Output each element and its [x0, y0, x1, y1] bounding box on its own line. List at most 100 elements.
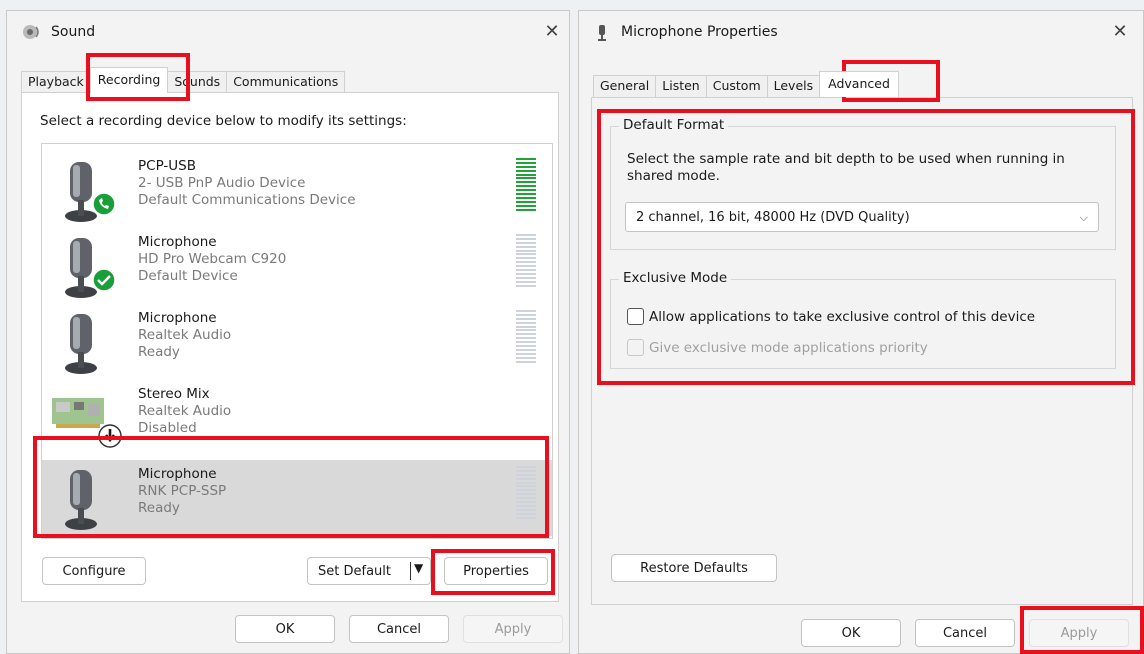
level-meter-bar — [516, 485, 536, 488]
level-meter — [516, 234, 536, 290]
tab-recording[interactable]: Recording — [89, 67, 169, 93]
microphone-small-icon — [598, 25, 606, 41]
ok-button[interactable]: OK — [235, 615, 335, 643]
disabled-arrow-icon — [98, 424, 122, 448]
level-meter-bar — [516, 234, 536, 236]
props-close-icon[interactable]: ✕ — [1109, 21, 1131, 43]
tab-advanced[interactable]: Advanced — [819, 71, 899, 97]
properties-button[interactable]: Properties — [444, 557, 548, 585]
chevron-down-icon: ⌵ — [1079, 211, 1088, 224]
phone-badge-icon — [92, 192, 116, 216]
list-item-rnk-microphone[interactable]: Microphone RNK PCP-SSP Ready — [42, 460, 552, 536]
set-default-label: Set Default — [318, 563, 391, 579]
level-meter-bar — [516, 208, 536, 211]
level-meter-bar — [516, 253, 536, 256]
level-meter-bar — [516, 313, 536, 316]
level-meter-bar — [516, 245, 536, 248]
props-tabs: General Listen Custom Levels Advanced — [593, 71, 899, 97]
level-meter-bar — [516, 473, 536, 476]
level-meter-bar — [516, 466, 536, 468]
level-meter-bar — [516, 493, 536, 496]
level-meter-bar — [516, 200, 536, 203]
level-meter-bar — [516, 469, 536, 472]
device-text: PCP-USB 2- USB PnP Audio Device Default … — [138, 158, 356, 208]
configure-button[interactable]: Configure — [42, 557, 146, 585]
level-meter-bar — [516, 497, 536, 500]
list-item-stereo-mix[interactable]: Stereo Mix Realtek Audio Disabled — [42, 380, 552, 456]
level-meter-bar — [516, 477, 536, 480]
set-default-button[interactable]: Set Default ▼ — [307, 557, 431, 585]
cancel-button[interactable]: Cancel — [915, 619, 1015, 647]
restore-defaults-button[interactable]: Restore Defaults — [611, 554, 777, 582]
level-meter-bar — [516, 193, 536, 196]
tab-communications[interactable]: Communications — [226, 71, 346, 93]
level-meter-bar — [516, 360, 536, 363]
exclusive-priority-checkbox[interactable]: Give exclusive mode applications priorit… — [627, 339, 928, 356]
level-meter-bar — [516, 169, 536, 172]
default-format-description: Select the sample rate and bit depth to … — [627, 151, 1065, 184]
level-meter-bar — [516, 329, 536, 332]
level-meter-bar — [516, 241, 536, 244]
cancel-button[interactable]: Cancel — [349, 615, 449, 643]
level-meter-bar — [516, 356, 536, 359]
level-meter-bar — [516, 269, 536, 272]
level-meter-bar — [516, 481, 536, 484]
dropdown-arrow-icon[interactable]: ▼ — [414, 561, 423, 575]
level-meter-bar — [516, 345, 536, 348]
sample-rate-select[interactable]: 2 channel, 16 bit, 48000 Hz (DVD Quality… — [625, 202, 1099, 232]
sound-title: Sound — [51, 24, 96, 40]
level-meter-bar — [516, 504, 536, 507]
sound-tabs: Playback Recording Sounds Communications — [21, 67, 346, 93]
level-meter-bar — [516, 177, 536, 180]
device-text: Stereo Mix Realtek Audio Disabled — [138, 386, 232, 436]
level-meter — [516, 310, 536, 366]
tab-listen[interactable]: Listen — [655, 75, 707, 97]
recording-instruction: Select a recording device below to modif… — [40, 113, 407, 129]
device-list[interactable]: PCP-USB 2- USB PnP Audio Device Default … — [41, 143, 553, 539]
microphone-properties-dialog: Microphone Properties ✕ General Listen C… — [578, 10, 1144, 654]
level-meter-bar — [516, 352, 536, 355]
level-meter-bar — [516, 204, 536, 207]
level-meter-bar — [516, 489, 536, 492]
level-meter-bar — [516, 280, 536, 283]
allow-exclusive-checkbox[interactable]: Allow applications to take exclusive con… — [627, 308, 1035, 325]
level-meter-bar — [516, 158, 536, 160]
level-meter-bar — [516, 196, 536, 199]
tab-custom[interactable]: Custom — [705, 75, 768, 97]
checkbox-box[interactable] — [627, 339, 644, 356]
tab-general[interactable]: General — [593, 75, 657, 97]
device-text: Microphone HD Pro Webcam C920 Default De… — [138, 234, 287, 284]
exclusive-priority-label: Give exclusive mode applications priorit… — [649, 339, 928, 356]
sample-rate-value: 2 channel, 16 bit, 48000 Hz (DVD Quality… — [636, 209, 910, 225]
default-format-title: Default Format — [619, 117, 729, 133]
sound-titlebar[interactable]: Sound — [7, 11, 569, 53]
list-item-webcam-microphone[interactable]: Microphone HD Pro Webcam C920 Default De… — [42, 228, 552, 304]
apply-button[interactable]: Apply — [463, 615, 563, 643]
device-text: Microphone Realtek Audio Ready — [138, 310, 232, 360]
ok-button[interactable]: OK — [801, 619, 901, 647]
tab-levels[interactable]: Levels — [766, 75, 821, 97]
level-meter-bar — [516, 516, 536, 519]
list-item-realtek-microphone[interactable]: Microphone Realtek Audio Ready — [42, 304, 552, 380]
level-meter-bar — [516, 272, 536, 275]
exclusive-mode-title: Exclusive Mode — [619, 270, 732, 286]
apply-button[interactable]: Apply — [1029, 619, 1129, 647]
checkbox-box[interactable] — [627, 308, 644, 325]
level-meter-bar — [516, 185, 536, 188]
props-titlebar[interactable]: Microphone Properties — [579, 11, 1143, 53]
level-meter-bar — [516, 341, 536, 344]
tab-sounds[interactable]: Sounds — [167, 71, 228, 93]
tab-playback[interactable]: Playback — [21, 71, 91, 93]
level-meter-bar — [516, 265, 536, 268]
level-meter-bar — [516, 284, 536, 287]
sound-close-icon[interactable]: ✕ — [541, 21, 563, 43]
level-meter-bar — [516, 333, 536, 336]
level-meter-bar — [516, 181, 536, 184]
level-meter-bar — [516, 161, 536, 164]
props-title: Microphone Properties — [621, 24, 778, 40]
level-meter-bar — [516, 310, 536, 312]
allow-exclusive-label: Allow applications to take exclusive con… — [649, 308, 1036, 325]
level-meter-bar — [516, 508, 536, 511]
level-meter-bar — [516, 501, 536, 504]
list-item-pcp-usb[interactable]: PCP-USB 2- USB PnP Audio Device Default … — [42, 152, 552, 228]
